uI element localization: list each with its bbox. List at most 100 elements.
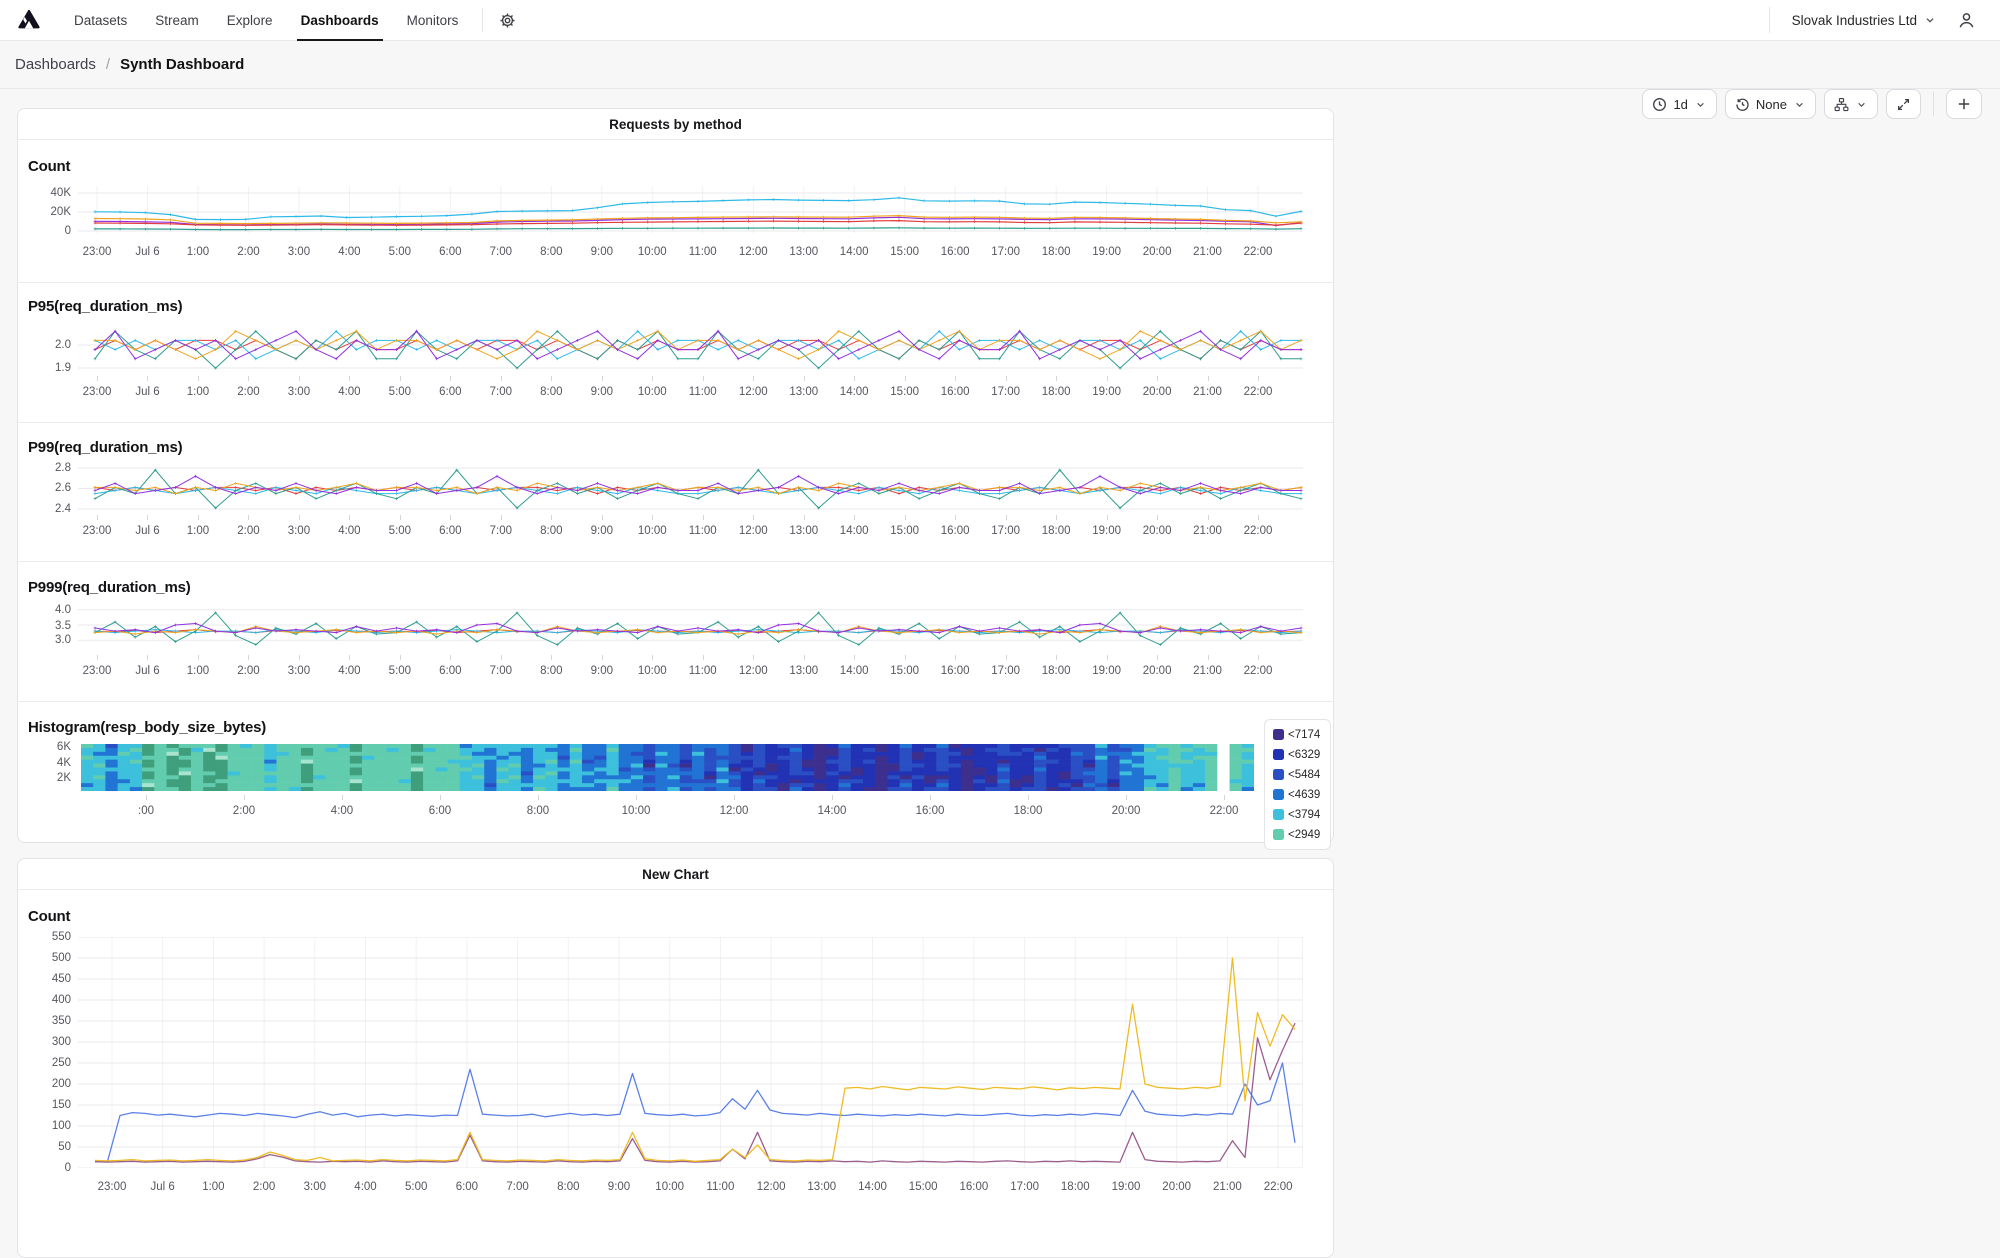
heatmap-cell	[949, 768, 962, 772]
heatmap-cell	[472, 783, 485, 787]
heatmap-cell	[594, 748, 607, 752]
y-tick-label: 0	[31, 224, 71, 238]
nav-item-stream[interactable]: Stream	[141, 0, 213, 40]
heatmap-cell	[509, 783, 522, 787]
heatmap-cell	[264, 764, 277, 768]
heatmap-cell	[1010, 771, 1023, 775]
x-tick-label: 22:00	[1244, 385, 1273, 399]
heatmap-cell	[1107, 748, 1120, 752]
heatmap-cell	[692, 760, 705, 764]
x-tick-label: Jul 6	[135, 664, 159, 678]
org-switcher[interactable]: Slovak Industries Ltd	[1792, 13, 1937, 28]
nav-item-monitors[interactable]: Monitors	[393, 0, 473, 40]
heatmap-cell	[264, 756, 277, 760]
x-axis-tick	[753, 655, 754, 660]
heatmap-cell	[631, 787, 644, 791]
nav-item-explore[interactable]: Explore	[213, 0, 287, 40]
nav-item-dashboards[interactable]: Dashboards	[287, 0, 393, 40]
heatmap-cell	[1156, 752, 1169, 756]
x-axis-tick	[538, 795, 539, 800]
heatmap-cell	[1181, 771, 1194, 775]
heatmap-cell	[643, 752, 656, 756]
heatmap-cell	[619, 760, 632, 764]
toolbar-divider	[1933, 92, 1934, 116]
heatmap-cell	[1156, 744, 1169, 748]
heatmap-legend: <7174<6329<5484<4639<3794<2949	[1264, 719, 1331, 850]
heatmap-cell	[704, 744, 717, 748]
heatmap-cell	[484, 775, 497, 779]
x-tick-label: 1:00	[187, 245, 209, 259]
x-tick-label: 11:00	[689, 524, 717, 538]
heatmap-cell	[704, 748, 717, 752]
heatmap-cell	[277, 756, 290, 760]
heatmap-cell	[1107, 783, 1120, 787]
heatmap-cell	[704, 752, 717, 756]
x-tick-label: 15:00	[890, 245, 919, 259]
time-range-button[interactable]: 1d	[1642, 89, 1716, 119]
heatmap-cell	[1217, 779, 1230, 783]
heatmap-cell	[1242, 775, 1254, 779]
heatmap-cell	[631, 744, 644, 748]
heatmap-cell	[851, 771, 864, 775]
layout-options-button[interactable]	[1824, 89, 1878, 119]
breadcrumb-dashboards-link[interactable]: Dashboards	[15, 56, 96, 73]
heatmap-cell	[118, 744, 131, 748]
x-tick-label: 8:00	[540, 664, 562, 678]
heatmap-cell	[753, 787, 766, 791]
heatmap-cell	[985, 764, 998, 768]
heatmap-cell	[1156, 787, 1169, 791]
heatmap-cell	[1095, 787, 1108, 791]
heatmap-cell	[154, 744, 167, 748]
x-tick-label: 9:00	[591, 524, 613, 538]
x-axis-tick	[1157, 655, 1158, 660]
add-chart-button[interactable]	[1946, 89, 1982, 119]
heatmap-cell	[1083, 779, 1096, 783]
heatmap-cell	[289, 783, 302, 787]
heatmap-cell	[668, 787, 681, 791]
x-tick-label: 8:00	[540, 385, 562, 399]
nav-item-datasets[interactable]: Datasets	[60, 0, 141, 40]
heatmap-cell	[1181, 768, 1194, 772]
heatmap-cell	[1181, 748, 1194, 752]
heatmap-cell	[252, 771, 265, 775]
heatmap-cell	[179, 771, 192, 775]
heatmap-cell	[1010, 744, 1023, 748]
legend-item: <6329	[1273, 746, 1320, 763]
heatmap-cell	[130, 760, 143, 764]
heatmap-cell	[1144, 764, 1157, 768]
axiom-logo[interactable]	[16, 7, 42, 33]
compare-against-button[interactable]: None	[1725, 89, 1816, 119]
heatmap-cell	[448, 787, 461, 791]
heatmap-cell	[570, 787, 583, 791]
heatmap-cell	[1022, 756, 1035, 760]
heatmap-cell	[802, 760, 815, 764]
heatmap-cell	[521, 779, 534, 783]
heatmap-cell	[1034, 779, 1047, 783]
heatmap-cell	[619, 768, 632, 772]
heatmap-cell	[545, 783, 558, 787]
heatmap-cell	[93, 787, 106, 791]
x-axis-tick	[703, 655, 704, 660]
x-axis-tick	[1208, 376, 1209, 381]
heatmap-cell	[826, 752, 839, 756]
heatmap-cell	[875, 768, 888, 772]
user-menu-button[interactable]	[1951, 5, 1982, 36]
heatmap-cell	[472, 752, 485, 756]
x-axis-tick	[1208, 515, 1209, 520]
settings-gear-button[interactable]	[493, 6, 522, 35]
heatmap-cell	[875, 764, 888, 768]
heatmap-cell	[1230, 779, 1243, 783]
heatmap-cell	[325, 775, 338, 779]
heatmap-cell	[912, 775, 925, 779]
expand-full-width-button[interactable]	[1886, 89, 1921, 119]
x-tick-label: 14:00	[840, 524, 869, 538]
heatmap-cell	[1046, 744, 1059, 748]
x-axis-tick	[400, 376, 401, 381]
heatmap-cell	[619, 764, 632, 768]
heatmap-cell	[668, 752, 681, 756]
heatmap-cell	[386, 787, 399, 791]
heatmap-cell	[484, 756, 497, 760]
x-axis-tick	[198, 376, 199, 381]
heatmap-cell	[105, 787, 118, 791]
heatmap-cell	[142, 748, 155, 752]
